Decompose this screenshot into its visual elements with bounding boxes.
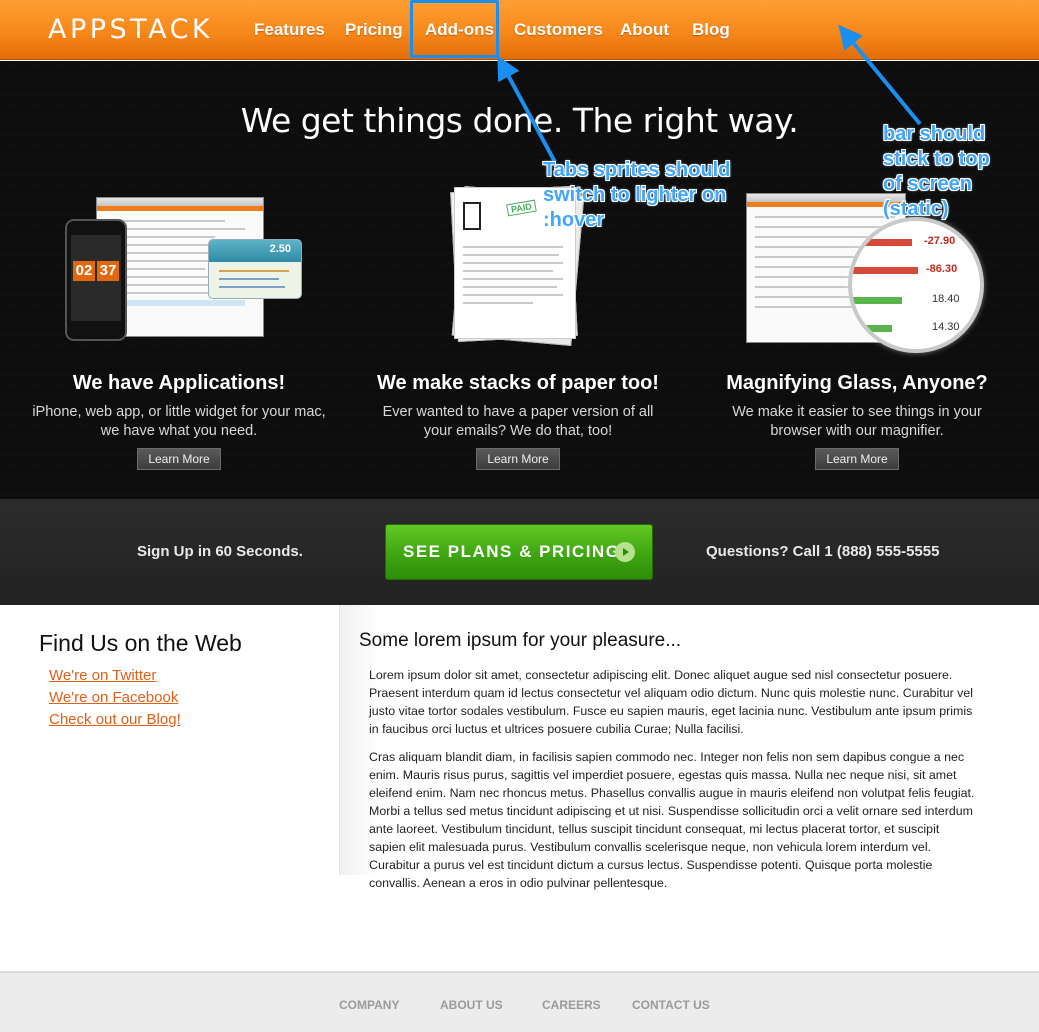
see-plans-pricing-button[interactable]: SEE PLANS & PRICING (385, 524, 653, 580)
feature-paper-title: We make stacks of paper too! (377, 372, 659, 394)
annotation-highlight-box (410, 0, 499, 58)
magnifier-illustration: -27.90 -86.30 18.40 14.30 (740, 189, 990, 365)
nav-customers[interactable]: Customers (514, 20, 603, 40)
signup-text: Sign Up in 60 Seconds. (137, 543, 303, 560)
questions-phone-text: Questions? Call 1 (888) 555-5555 (706, 543, 940, 560)
main-paragraph-1: Lorem ipsum dolor sit amet, consectetur … (369, 668, 973, 736)
facebook-link[interactable]: We're on Facebook (49, 689, 178, 706)
learn-more-applications-button[interactable]: Learn More (137, 448, 221, 470)
cta-band: Sign Up in 60 Seconds. SEE PLANS & PRICI… (0, 499, 1039, 605)
feature-paper-desc: Ever wanted to have a paper version of a… (382, 404, 654, 439)
main-title: Some lorem ipsum for your pleasure... (359, 630, 682, 651)
mag-value-3: 18.40 (932, 293, 960, 305)
mag-value-1: -27.90 (924, 235, 956, 247)
footer-careers-link[interactable]: CAREERS (542, 998, 601, 1012)
nav-blog[interactable]: Blog (692, 20, 730, 40)
footer: COMPANY ABOUT US CAREERS CONTACT US (0, 971, 1039, 1032)
annotation-bar-line-1: bar should (883, 123, 986, 145)
appstack-logo[interactable]: APPSTACK (48, 14, 213, 45)
top-nav-bar: APPSTACK Features Pricing Add-ons Custom… (0, 0, 1039, 60)
arrow-right-icon (615, 542, 635, 562)
learn-more-magnifier-button[interactable]: Learn More (815, 448, 899, 470)
paid-stamp: PAID (506, 199, 537, 217)
footer-about-us-link[interactable]: ABOUT US (440, 998, 503, 1012)
annotation-bar-line-4: (static) (883, 198, 949, 220)
feature-applications-title: We have Applications! (72, 372, 286, 394)
feature-magnifier-title: Magnifying Glass, Anyone? (726, 372, 988, 394)
blog-link[interactable]: Check out our Blog! (49, 711, 181, 728)
annotation-bar-line-3: of screen (883, 173, 972, 195)
widget-card: 2.50 (208, 239, 302, 299)
footer-company-link[interactable]: COMPANY (339, 998, 399, 1012)
magnifier-lens: -27.90 -86.30 18.40 14.30 (848, 217, 984, 353)
feature-magnifier-desc: We make it easier to see things in your … (732, 404, 982, 439)
applications-illustration: 02 37 2.50 (60, 191, 310, 351)
mag-value-2: -86.30 (926, 263, 958, 275)
nav-about[interactable]: About (620, 20, 669, 40)
nav-pricing[interactable]: Pricing (345, 20, 403, 40)
sidebar-title: Find Us on the Web (39, 630, 242, 656)
mag-value-4: 14.30 (932, 321, 960, 333)
annotation-tabs-line-1: Tabs sprites should (543, 159, 731, 181)
nav-features[interactable]: Features (254, 20, 325, 40)
learn-more-paper-button[interactable]: Learn More (476, 448, 560, 470)
cta-button-label: SEE PLANS & PRICING (403, 542, 621, 561)
clock-minutes: 37 (97, 261, 119, 281)
feature-applications-desc: iPhone, web app, or little widget for yo… (32, 404, 326, 439)
twitter-link[interactable]: We're on Twitter (49, 667, 156, 684)
main-paragraph-2: Cras aliquam blandit diam, in facilisis … (369, 750, 975, 890)
annotation-tabs-line-3: :hover (543, 209, 605, 231)
sidebar: Find Us on the Web We're on Twitter We'r… (0, 605, 340, 971)
annotation-tabs-line-2: switch to lighter on (543, 184, 727, 206)
annotation-bar-line-2: stick to top (883, 148, 990, 170)
clock-hours: 02 (73, 261, 95, 281)
footer-contact-us-link[interactable]: CONTACT US (632, 998, 710, 1012)
widget-price: 2.50 (269, 243, 291, 255)
iphone-graphic: 02 37 (65, 219, 127, 341)
